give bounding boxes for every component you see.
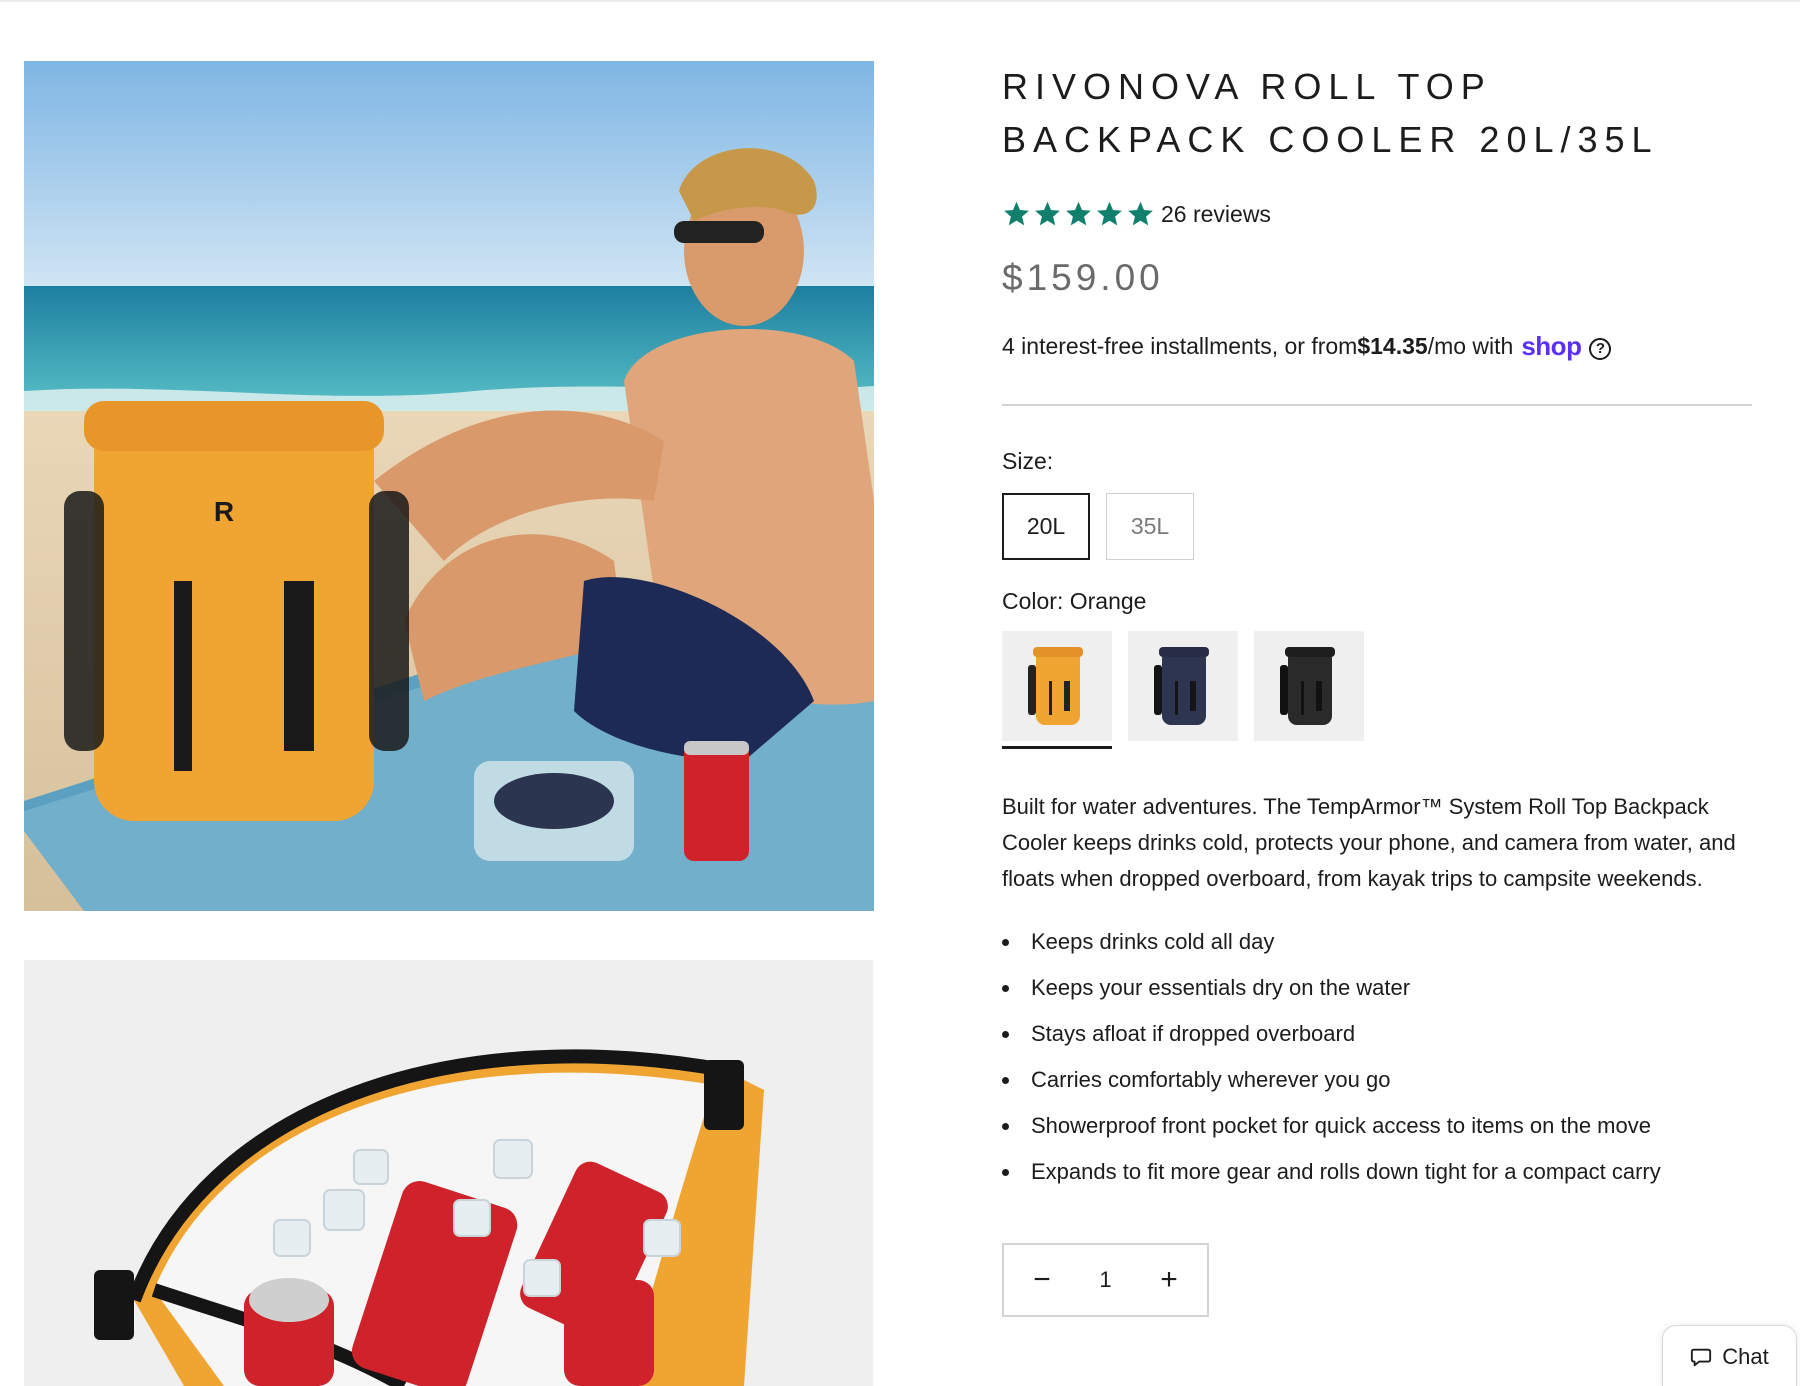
product-description: Built for water adventures. The TempArmo… (1002, 794, 1736, 891)
star-icon (1066, 201, 1091, 226)
feature-list: Keeps drinks cold all day Keeps your ess… (1002, 927, 1752, 1203)
quantity-stepper: − 1 + (1002, 1243, 1209, 1317)
minus-icon[interactable]: − (1030, 1265, 1054, 1295)
color-label: Color: Orange (1002, 588, 1147, 614)
product-title: RIVONOVA ROLL TOP BACKPACK COOLER 20L/35… (1002, 66, 1659, 160)
chat-bubble-icon (1691, 1348, 1712, 1367)
product-info: RIVONOVA ROLL TOP BACKPACK COOLER 20L/35… (1002, 60, 1752, 1317)
size-label: Size: (1002, 448, 1054, 474)
beach-scene-illustration: R (24, 61, 874, 911)
chat-button[interactable]: Chat (1662, 1325, 1797, 1386)
product-image-beach[interactable]: R (24, 61, 874, 911)
header-divider (0, 0, 1800, 2)
star-icon (1128, 201, 1153, 226)
section-divider (1002, 404, 1752, 406)
size-option-20l[interactable]: 20L (1002, 493, 1090, 560)
plus-icon[interactable]: + (1157, 1265, 1181, 1295)
rating-row[interactable]: 26 reviews (1002, 199, 1752, 229)
quantity-value[interactable]: 1 (1099, 1267, 1111, 1293)
product-price: $159.00 (1002, 257, 1164, 298)
color-swatch-navy[interactable] (1128, 631, 1238, 741)
size-selector: 20L 35L (1002, 493, 1752, 560)
color-selector (1002, 631, 1752, 749)
svg-text:R: R (214, 496, 234, 527)
shop-pay-logo[interactable]: shop (1521, 331, 1582, 362)
star-icon (1035, 201, 1060, 226)
product-image-open-cooler[interactable] (24, 960, 873, 1386)
color-swatch-black[interactable] (1254, 631, 1364, 741)
backpack-navy-thumbnail (1154, 647, 1209, 725)
star-icon (1097, 201, 1122, 226)
backpack-black-thumbnail (1280, 647, 1335, 725)
feature-item: Expands to fit more gear and rolls down … (1002, 1157, 1752, 1203)
open-cooler-illustration (24, 960, 873, 1386)
star-icon (1004, 201, 1029, 226)
installments-suffix: /mo with (1427, 333, 1514, 359)
feature-item: Keeps your essentials dry on the water (1002, 973, 1752, 1019)
question-circle-icon[interactable]: ? (1589, 337, 1612, 360)
installments-amount: $14.35 (1357, 333, 1428, 359)
feature-item: Keeps drinks cold all day (1002, 927, 1752, 973)
size-option-35l[interactable]: 35L (1106, 493, 1194, 560)
feature-item: Stays afloat if dropped overboard (1002, 1019, 1752, 1065)
installments-info: 4 interest-free installments, or from $1… (1002, 331, 1752, 362)
review-count-link[interactable]: 26 reviews (1161, 201, 1271, 228)
chat-label: Chat (1722, 1344, 1769, 1369)
feature-item: Carries comfortably wherever you go (1002, 1065, 1752, 1111)
installments-prefix: 4 interest-free installments, or from (1002, 333, 1358, 359)
feature-item: Showerproof front pocket for quick acces… (1002, 1111, 1752, 1157)
backpack-orange-thumbnail (1028, 647, 1083, 725)
star-rating (1002, 200, 1155, 228)
color-swatch-orange[interactable] (1002, 631, 1112, 749)
